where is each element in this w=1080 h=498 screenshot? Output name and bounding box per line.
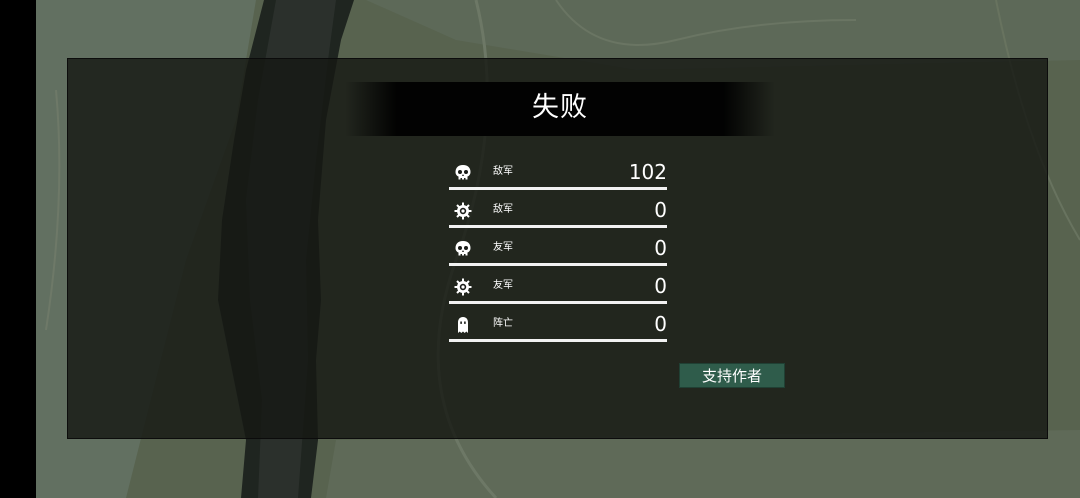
ghost-icon	[454, 316, 472, 334]
stat-row-enemy-kills: 敌军 102	[449, 155, 667, 193]
stat-label: 敌军	[493, 204, 513, 215]
row-underline	[449, 339, 667, 342]
game-screen: 失败 敌军 102 敌军 0 友军 0 友军 0 阵亡 0 支持作者	[0, 0, 1080, 498]
stat-value: 0	[654, 236, 667, 260]
stat-row-killed-in-action: 阵亡 0	[449, 307, 667, 345]
left-black-bar	[0, 0, 36, 498]
stats-list: 敌军 102 敌军 0 友军 0 友军 0 阵亡 0	[449, 155, 667, 345]
stat-label: 敌军	[493, 166, 513, 177]
support-author-button[interactable]: 支持作者	[679, 363, 785, 388]
skull-icon	[454, 240, 472, 258]
row-underline	[449, 263, 667, 266]
gear-icon	[454, 278, 472, 296]
stat-row-enemy-vehicles: 敌军 0	[449, 193, 667, 231]
stat-label: 友军	[493, 242, 513, 253]
result-title: 失败	[532, 92, 588, 123]
stat-row-friendly-vehicles: 友军 0	[449, 269, 667, 307]
row-underline	[449, 301, 667, 304]
gear-icon	[454, 202, 472, 220]
stat-label: 阵亡	[493, 318, 513, 329]
stat-value: 0	[654, 198, 667, 222]
skull-icon	[454, 164, 472, 182]
stat-value: 0	[654, 274, 667, 298]
stat-value: 0	[654, 312, 667, 336]
stat-row-friendly-kills: 友军 0	[449, 231, 667, 269]
stat-value: 102	[628, 160, 667, 184]
stat-label: 友军	[493, 280, 513, 291]
row-underline	[449, 225, 667, 228]
row-underline	[449, 187, 667, 190]
